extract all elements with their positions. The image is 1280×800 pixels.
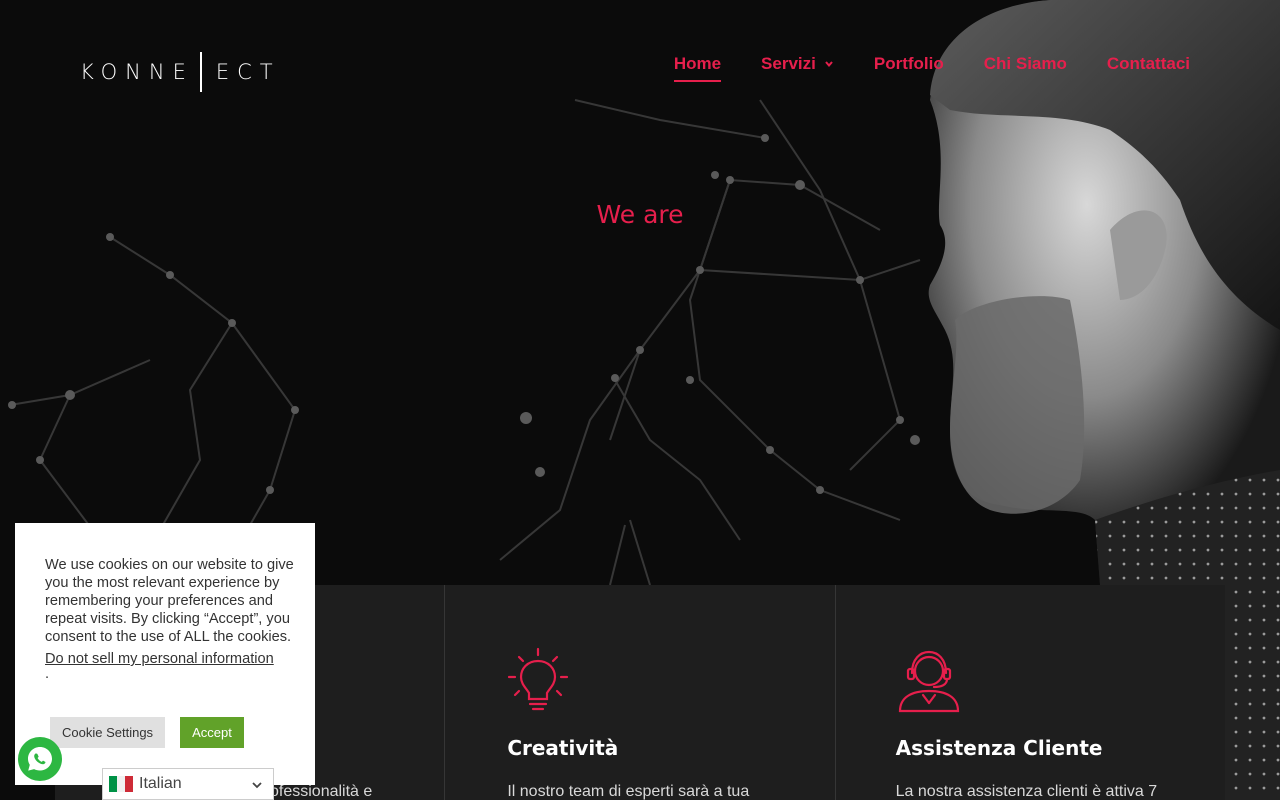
cookie-banner: We use cookies on our website to give yo… bbox=[15, 523, 315, 785]
nav-item-home[interactable]: Home bbox=[673, 54, 722, 82]
headset-icon bbox=[898, 650, 959, 713]
logo-text-right: ECT bbox=[215, 60, 281, 84]
service-description: Il nostro team di esperti sarà a tua bbox=[507, 783, 750, 800]
whatsapp-button[interactable] bbox=[18, 737, 62, 781]
nav-label: Chi Siamo bbox=[983, 54, 1067, 73]
nav-label: Servizi bbox=[761, 54, 816, 73]
service-title: Creatività bbox=[507, 736, 619, 760]
nav-label: Home bbox=[673, 54, 722, 73]
logo-text-left: KONNE bbox=[80, 60, 194, 84]
do-not-sell-link[interactable]: Do not sell my personal information bbox=[45, 651, 274, 667]
cookie-trailing-text: . bbox=[45, 666, 50, 682]
service-title: Assistenza Cliente bbox=[895, 736, 1103, 760]
nav-label: Contattaci bbox=[1106, 54, 1190, 73]
nav-item-chi-siamo[interactable]: Chi Siamo bbox=[984, 54, 1067, 82]
hero-title: We are bbox=[596, 200, 684, 229]
chevron-down-icon bbox=[825, 61, 833, 68]
whatsapp-icon bbox=[28, 747, 52, 771]
nav-item-portfolio[interactable]: Portfolio bbox=[874, 54, 944, 82]
main-nav: Home Servizi Portfolio Chi Siamo Contatt… bbox=[673, 54, 1190, 82]
accept-cookies-button[interactable]: Accept bbox=[180, 717, 244, 748]
cookie-settings-button[interactable]: Cookie Settings bbox=[50, 717, 166, 748]
service-description: La nostra assistenza clienti è attiva 7 bbox=[895, 783, 1158, 800]
service-card-assistenza: Assistenza Cliente La nostra assistenza … bbox=[836, 585, 1225, 800]
nav-item-contattaci[interactable]: Contattaci bbox=[1107, 54, 1190, 82]
service-description: ofessionalità e bbox=[270, 783, 373, 800]
cookie-message: We use cookies on our website to give yo… bbox=[45, 557, 294, 645]
cookie-actions: Cookie Settings Accept bbox=[50, 717, 244, 748]
nav-item-servizi[interactable]: Servizi bbox=[761, 54, 834, 82]
italian-flag-icon bbox=[109, 776, 133, 792]
logo-divider bbox=[199, 52, 202, 92]
language-selector[interactable]: Italian bbox=[102, 768, 274, 800]
language-label: Italian bbox=[139, 775, 182, 792]
service-card-creativita: Creatività Il nostro team di esperti sar… bbox=[445, 585, 836, 800]
lightbulb-icon bbox=[508, 647, 569, 711]
nav-label: Portfolio bbox=[873, 54, 944, 73]
logo[interactable]: KONNE ECT bbox=[80, 52, 281, 92]
chevron-down-icon bbox=[252, 782, 262, 789]
